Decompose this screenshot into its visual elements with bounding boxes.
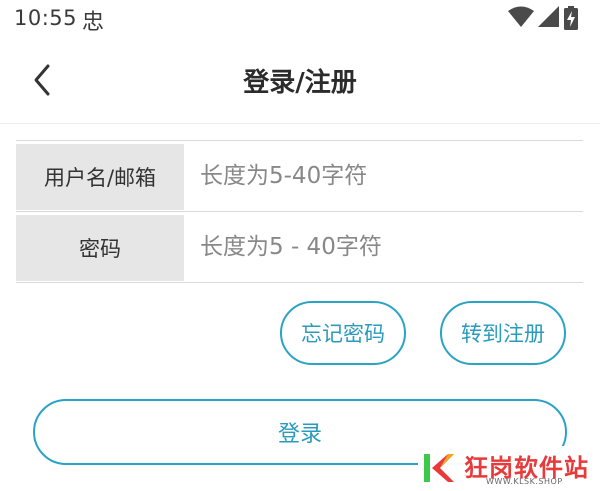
app-header: 登录/注册 bbox=[0, 40, 600, 124]
watermark-url: WWW.KLSK.SHOP bbox=[486, 477, 563, 486]
go-register-button[interactable]: 转到注册 bbox=[440, 301, 566, 365]
username-row: 用户名/邮箱 bbox=[16, 141, 583, 212]
password-label: 密码 bbox=[16, 215, 184, 281]
login-form: 用户名/邮箱 密码 bbox=[16, 140, 583, 283]
status-bar: 10:55 忠 bbox=[0, 0, 600, 40]
page-title: 登录/注册 bbox=[243, 68, 357, 98]
watermark: 狂岗软件站 WWW.KLSK.SHOP bbox=[418, 446, 600, 491]
username-input[interactable] bbox=[184, 141, 583, 211]
forgot-password-button[interactable]: 忘记密码 bbox=[280, 301, 406, 365]
username-label: 用户名/邮箱 bbox=[16, 144, 184, 210]
wifi-icon bbox=[508, 6, 534, 27]
watermark-logo-icon bbox=[424, 454, 454, 482]
password-row: 密码 bbox=[16, 212, 583, 283]
battery-charging-icon bbox=[564, 6, 578, 30]
status-time: 10:55 bbox=[14, 6, 78, 30]
notification-icon: 忠 bbox=[82, 10, 105, 35]
cellular-signal-icon bbox=[538, 6, 559, 27]
password-input[interactable] bbox=[184, 212, 583, 282]
